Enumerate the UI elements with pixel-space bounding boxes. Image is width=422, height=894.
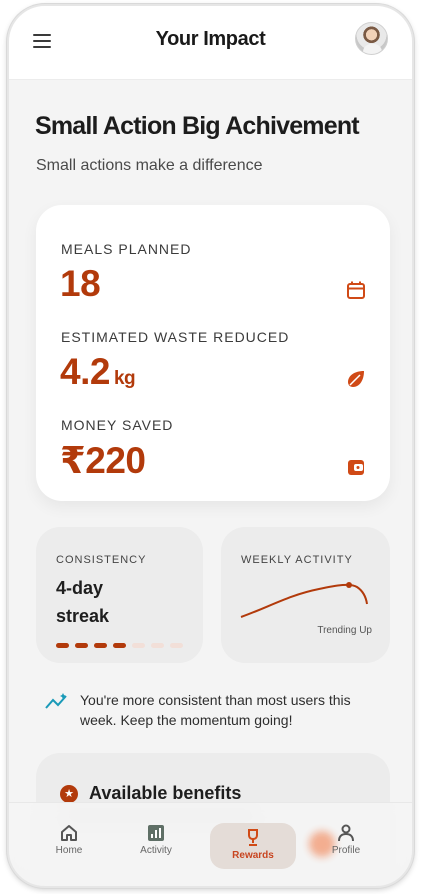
- bottom-navigation: Home Activity Rewards Profile: [9, 802, 412, 886]
- benefits-title: Available benefits: [89, 783, 242, 803]
- streak-dot-filled: [56, 643, 69, 648]
- star-badge-icon: ★: [60, 785, 78, 803]
- consistency-label: CONSISTENCY: [56, 554, 147, 566]
- nav-activity[interactable]: Activity: [116, 815, 196, 865]
- streak-dot-filled: [75, 643, 88, 648]
- streak-dot-filled: [113, 643, 126, 648]
- streak-dot-filled: [94, 643, 107, 648]
- streak-text: 4-day streak: [56, 574, 109, 630]
- impact-summary-card: MEALS PLANNED 18 ESTIMATED WASTE REDUCED…: [36, 205, 390, 501]
- streak-progress: [56, 643, 183, 648]
- calendar-icon: [347, 281, 365, 299]
- waste-value-row: 4.2 kg: [60, 351, 136, 393]
- screen: Your Impact Small Action Big Achivement …: [9, 6, 412, 886]
- meals-value: 18: [60, 263, 101, 304]
- home-icon: [61, 825, 77, 841]
- user-avatar[interactable]: [355, 22, 388, 55]
- bar-chart-icon: [148, 825, 164, 841]
- waste-value: 4.2: [60, 351, 110, 392]
- meals-label: MEALS PLANNED: [61, 241, 192, 257]
- nav-rewards-label: Rewards: [232, 850, 274, 861]
- nav-home-label: Home: [55, 845, 83, 856]
- weekly-activity-label: WEEKLY ACTIVITY: [241, 554, 353, 566]
- phone-frame: Your Impact Small Action Big Achivement …: [7, 4, 414, 888]
- page-title: Your Impact: [155, 28, 266, 50]
- trend-line: [240, 583, 368, 618]
- streak-dot-empty: [151, 643, 164, 648]
- profile-icon: [338, 824, 354, 842]
- nav-rewards[interactable]: Rewards: [210, 823, 296, 869]
- money-value: ₹220: [60, 440, 146, 481]
- trend-point: [346, 582, 352, 588]
- trending-sparkle-icon: [45, 693, 67, 709]
- waste-label: ESTIMATED WASTE REDUCED: [61, 329, 290, 345]
- streak-dot-empty: [132, 643, 145, 648]
- nav-activity-label: Activity: [140, 845, 172, 856]
- hero-title: Small Action Big Achivement: [35, 112, 360, 140]
- weekly-activity-card: WEEKLY ACTIVITY Trending Up: [221, 527, 390, 663]
- trend-line-chart: [240, 582, 368, 618]
- consistency-card: CONSISTENCY 4-day streak: [36, 527, 203, 663]
- nav-home[interactable]: Home: [29, 815, 109, 865]
- streak-line-2: streak: [56, 606, 110, 626]
- waste-unit: kg: [113, 368, 136, 389]
- wallet-icon: [348, 460, 364, 475]
- nav-profile[interactable]: Profile: [306, 815, 386, 865]
- hero-subtitle: Small actions make a difference: [36, 157, 263, 174]
- nav-profile-label: Profile: [331, 845, 361, 856]
- insight-text: You're more consistent than most users t…: [80, 692, 351, 728]
- streak-dot-empty: [170, 643, 183, 648]
- leaf-icon: [348, 371, 364, 387]
- app-bar: Your Impact: [9, 6, 412, 80]
- trend-label: Trending Up: [317, 625, 372, 636]
- money-label: MONEY SAVED: [61, 417, 174, 433]
- streak-line-1: 4-day: [56, 578, 104, 598]
- trophy-icon: [248, 829, 258, 846]
